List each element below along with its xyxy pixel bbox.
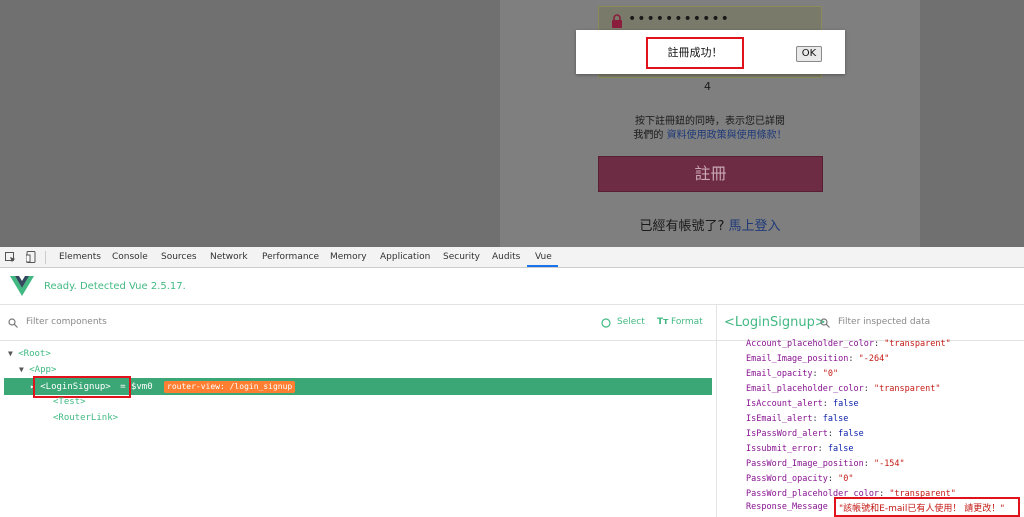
tree-label-routerlink: RouterLink: [58, 413, 113, 423]
terms-text: 按下註冊鈕的同時，表示您已詳閱: [635, 116, 785, 127]
prop-row[interactable]: Account_placeholder_color: "transparent": [746, 337, 951, 352]
search-icon: [8, 318, 18, 328]
expand-arrow-icon[interactable]: ▼: [19, 365, 24, 374]
prop-row[interactable]: IsPassWord_alert: false: [746, 427, 864, 442]
filter-inspected-input[interactable]: Filter inspected data: [838, 317, 930, 327]
prop-key: IsEmail_alert: [746, 414, 813, 424]
expand-arrow-icon[interactable]: ▼: [8, 349, 13, 358]
prop-row[interactable]: Email_opacity: "0": [746, 367, 838, 382]
alert-ok-button[interactable]: OK: [796, 46, 822, 62]
prop-value: "-264": [858, 354, 890, 364]
search-icon: [820, 318, 830, 328]
prop-key: IsAccount_alert: [746, 399, 823, 409]
prop-row[interactable]: Email_Image_position: "-264": [746, 352, 889, 367]
prop-row[interactable]: IsAccount_alert: false: [746, 397, 859, 412]
tree-label-root: Root: [23, 349, 46, 359]
prop-row-response-message[interactable]: Response_Message: [746, 500, 828, 515]
tab-network[interactable]: Network: [210, 247, 248, 268]
prop-key: Response_Message: [746, 502, 828, 512]
prop-key: IsPassWord_alert: [746, 429, 828, 439]
inspected-component-title: <LoginSignup>: [724, 315, 826, 330]
tree-row-app[interactable]: ▼ <App>: [19, 362, 56, 377]
tab-application[interactable]: Application: [380, 247, 430, 268]
tab-performance[interactable]: Performance: [262, 247, 319, 268]
password-value: •••••••••••: [628, 11, 730, 27]
active-tab-indicator: [527, 265, 558, 267]
prop-value: "transparent": [873, 384, 941, 394]
prop-row[interactable]: IsEmail_alert: false: [746, 412, 848, 427]
prop-value: false: [827, 444, 854, 454]
filter-components-input[interactable]: Filter components: [26, 317, 107, 327]
device-toolbar-icon[interactable]: [26, 251, 36, 263]
prop-row[interactable]: Email_placeholder_color: "transparent": [746, 382, 940, 397]
inspect-element-icon[interactable]: [5, 252, 16, 263]
signup-button[interactable]: 註冊: [598, 156, 823, 192]
tab-security[interactable]: Security: [443, 247, 480, 268]
alert-message: 註冊成功！: [646, 37, 744, 69]
prop-key: Account_placeholder_color: [746, 339, 874, 349]
tab-audits[interactable]: Audits: [492, 247, 520, 268]
toolbar-divider: [45, 251, 46, 264]
prop-key: Issubmit_error: [746, 444, 818, 454]
prop-value: false: [822, 414, 849, 424]
prop-row[interactable]: PassWord_Image_position: "-154": [746, 457, 905, 472]
prop-value: "-154": [873, 459, 905, 469]
prop-row[interactable]: Issubmit_error: false: [746, 442, 854, 457]
prop-key: PassWord_Image_position: [746, 459, 864, 469]
prop-value: "0": [838, 474, 854, 484]
tree-label-app: App: [34, 365, 51, 375]
inspected-component-name: LoginSignup: [734, 315, 815, 330]
format-icon[interactable]: Tт: [657, 317, 668, 327]
terms-text-line2: 我們的 資料使用政策與使用條款！: [540, 126, 880, 141]
tab-memory[interactable]: Memory: [330, 247, 367, 268]
captcha-digit: 4: [704, 80, 711, 93]
login-prompt: 已經有帳號了?: [639, 219, 725, 234]
terms-link[interactable]: 資料使用政策與使用條款！: [667, 130, 787, 141]
vue-logo-icon: [10, 276, 34, 296]
prop-key: PassWord_opacity: [746, 474, 828, 484]
tab-console[interactable]: Console: [112, 247, 148, 268]
tree-row-routerlink[interactable]: <RouterLink>: [53, 411, 118, 426]
vue-ready-status: Ready. Detected Vue 2.5.17.: [44, 281, 186, 292]
prop-row[interactable]: PassWord_opacity: "0": [746, 472, 854, 487]
prop-key: Email_placeholder_color: [746, 384, 864, 394]
tab-sources[interactable]: Sources: [161, 247, 197, 268]
select-target-icon[interactable]: [601, 318, 611, 328]
tree-label-test: Test: [58, 397, 81, 407]
tab-elements[interactable]: Elements: [59, 247, 101, 268]
select-button[interactable]: Select: [617, 317, 645, 327]
tree-row-root[interactable]: ▼ <Root>: [8, 346, 51, 361]
login-link[interactable]: 馬上登入: [729, 219, 781, 234]
lock-icon: [612, 14, 622, 28]
prop-value: false: [838, 429, 864, 439]
tree-row-test[interactable]: <Test>: [53, 395, 86, 410]
prop-value: "0": [822, 369, 839, 379]
terms-prefix: 我們的: [633, 130, 664, 141]
response-message-value: "該帳號和E-mail已有人使用！ 請更改！": [839, 504, 1005, 514]
router-view-badge: router-view: /login_signup: [164, 381, 296, 393]
prop-key: Email_Image_position: [746, 354, 849, 364]
format-button[interactable]: Format: [671, 317, 703, 327]
prop-value: "transparent": [884, 339, 951, 349]
prop-key: Email_opacity: [746, 369, 813, 379]
prop-value: false: [833, 399, 859, 409]
login-prompt-line: 已經有帳號了? 馬上登入: [560, 215, 860, 234]
